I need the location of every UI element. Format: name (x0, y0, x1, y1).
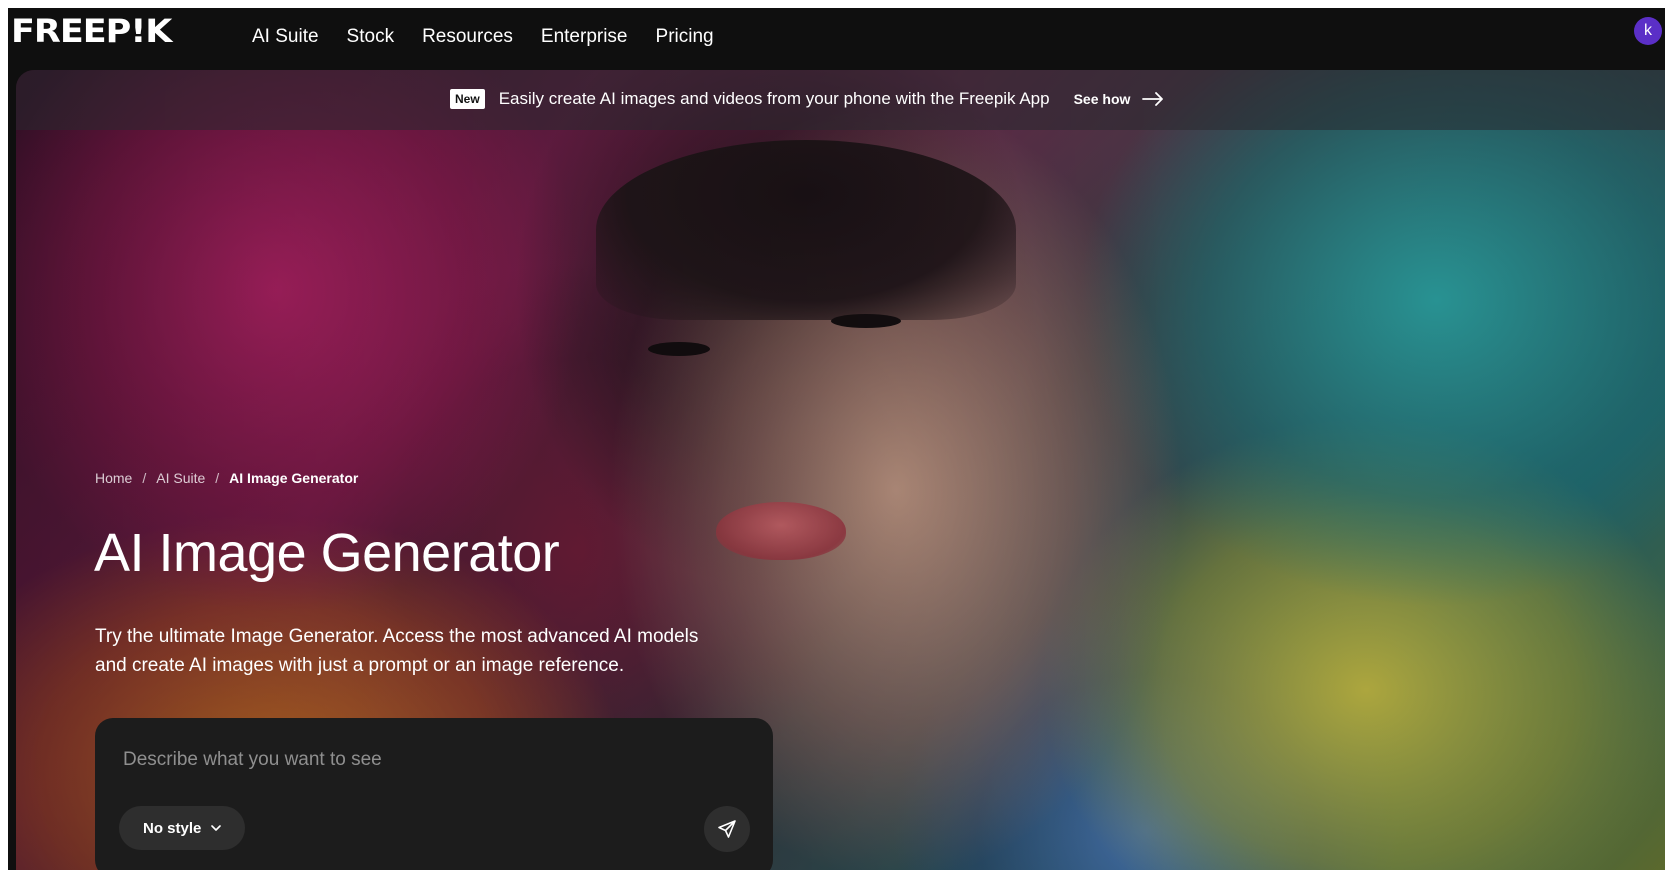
style-dropdown[interactable]: No style (119, 806, 246, 850)
breadcrumb-separator: / (142, 470, 147, 486)
nav-enterprise[interactable]: Enterprise (541, 26, 628, 48)
nav-ai-suite[interactable]: AI Suite (252, 26, 319, 48)
see-how-link[interactable]: See how (1074, 91, 1165, 107)
page-description: Try the ultimate Image Generator. Access… (95, 626, 699, 676)
breadcrumb-current: AI Image Generator (229, 470, 359, 486)
new-badge: New (450, 89, 485, 109)
arrow-right-icon (1142, 92, 1164, 106)
announcement-bar: New Easily create AI images and videos f… (16, 70, 1665, 130)
announcement-text: Easily create AI images and videos from … (498, 89, 1050, 108)
hero-section: New Easily create AI images and videos f… (16, 70, 1665, 870)
nav-stock[interactable]: Stock (347, 26, 395, 48)
breadcrumb-home[interactable]: Home (95, 470, 132, 486)
browser-viewport: FREEP!K AI Suite Stock Resources Enterpr… (8, 8, 1665, 870)
prompt-box: No style (95, 718, 773, 870)
style-dropdown-label: No style (143, 819, 202, 837)
breadcrumb-separator: / (215, 470, 220, 486)
see-how-label: See how (1073, 91, 1131, 107)
page-title: AI Image Generator (94, 523, 560, 583)
generate-button[interactable] (704, 806, 750, 852)
breadcrumb-ai-suite[interactable]: AI Suite (156, 470, 205, 486)
top-navigation: FREEP!K AI Suite Stock Resources Enterpr… (8, 8, 1665, 66)
announcement-content: New Easily create AI images and videos f… (450, 89, 1164, 109)
freepik-logo[interactable]: FREEP!K (11, 16, 172, 48)
chevron-down-icon (211, 824, 222, 831)
nav-pricing[interactable]: Pricing (656, 26, 714, 48)
prompt-input[interactable] (121, 744, 725, 776)
breadcrumb: Home / AI Suite / AI Image Generator (95, 470, 358, 486)
main-nav-links: AI Suite Stock Resources Enterprise Pric… (252, 26, 742, 48)
user-avatar[interactable]: k (1634, 17, 1662, 45)
send-icon (718, 820, 736, 838)
nav-resources[interactable]: Resources (422, 26, 513, 48)
